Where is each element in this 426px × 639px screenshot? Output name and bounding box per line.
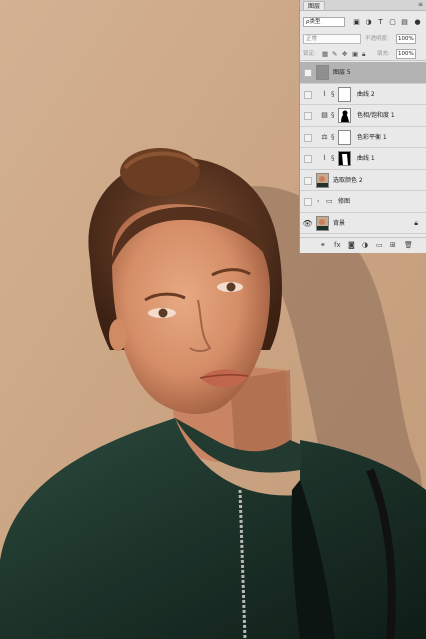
fill-field[interactable]: 100% xyxy=(396,49,416,59)
link-icon: § xyxy=(331,154,335,162)
eye-icon[interactable]: 👁︎ xyxy=(302,218,313,229)
new-group-icon[interactable]: ▭ xyxy=(376,240,383,250)
visibility-toggle[interactable] xyxy=(304,112,312,120)
visibility-toggle[interactable] xyxy=(304,69,312,77)
visibility-toggle[interactable] xyxy=(304,90,312,99)
visibility-toggle[interactable] xyxy=(304,133,312,142)
layer-mask-thumbnail xyxy=(338,108,351,123)
layer-row[interactable]: 👁︎ 背景 🔒︎ xyxy=(300,213,426,234)
opacity-label: 不透明度: xyxy=(365,36,389,42)
blend-row: 正常 不透明度: 100% xyxy=(300,33,426,45)
layer-row[interactable]: ⌇ § 曲线 1 xyxy=(300,148,426,170)
visibility-toggle[interactable] xyxy=(304,198,312,206)
portrait-thumbnail-icon xyxy=(317,218,328,230)
layer-thumbnail xyxy=(316,172,329,188)
layer-name: 选取颜色 2 xyxy=(333,176,363,184)
layer-name: 背景 xyxy=(333,219,346,227)
layer-row[interactable]: 选取颜色 2 xyxy=(300,170,426,191)
mask-shape-icon xyxy=(342,154,348,165)
link-layers-icon[interactable]: ⚭ xyxy=(320,240,326,250)
fx-icon[interactable]: fx xyxy=(334,240,341,250)
layer-name: 曲线 2 xyxy=(357,90,375,98)
layer-row[interactable]: ▤ § 色相/饱和度 1 xyxy=(300,105,426,127)
filter-toggle-icon[interactable]: ● xyxy=(413,17,422,27)
layer-row[interactable]: 图层 5 xyxy=(300,62,426,84)
lock-position-icon[interactable]: ✥ xyxy=(342,49,347,59)
layer-mask-thumbnail xyxy=(338,86,351,102)
visibility-toggle[interactable] xyxy=(304,155,312,163)
panel-bottom-toolbar: ⚭ fx ◙ ◑ ▭ ⊞ 🗑︎ xyxy=(300,237,426,252)
adjustment-filter-icon[interactable]: ◑ xyxy=(364,17,373,27)
lock-icon: 🔒︎ xyxy=(414,218,418,227)
color-balance-icon: ⚖ xyxy=(321,132,328,141)
portrait-thumbnail-icon xyxy=(317,175,328,187)
layer-name: 色相/饱和度 1 xyxy=(357,112,395,119)
layer-mask-thumbnail xyxy=(338,151,351,166)
folder-icon: ▭ xyxy=(326,197,333,205)
layer-thumbnail xyxy=(316,215,329,231)
add-mask-icon[interactable]: ◙ xyxy=(348,240,355,250)
layers-list: 图层 5 ⌇ § 曲线 2 ▤ § 色相/饱和度 1 ⚖ § 色彩平衡 1 ⌇ … xyxy=(300,62,426,234)
new-layer-icon[interactable]: ⊞ xyxy=(390,240,396,250)
layer-name: 曲线 1 xyxy=(357,155,375,162)
layer-name: 图层 5 xyxy=(333,69,351,76)
lock-image-icon[interactable]: ✎ xyxy=(332,49,337,59)
panel-tab-bar: 图层 ≡ xyxy=(300,0,426,11)
tab-layers[interactable]: 图层 xyxy=(303,1,326,10)
link-icon: § xyxy=(331,89,335,98)
lock-all-icon[interactable]: 🔒︎ xyxy=(362,49,365,59)
lock-transparent-icon[interactable]: ▦ xyxy=(322,49,328,59)
layer-name: 修图 xyxy=(338,198,351,205)
fill-label: 填充: xyxy=(377,51,390,57)
layer-row[interactable]: › ▭ 修图 xyxy=(300,191,426,213)
lock-artboard-icon[interactable]: ▣ xyxy=(352,49,358,59)
image-filter-icon[interactable]: ▣ xyxy=(352,17,361,27)
layer-name: 色彩平衡 1 xyxy=(357,133,387,141)
shape-filter-icon[interactable]: ▢ xyxy=(388,17,397,27)
curves-icon: ⌇ xyxy=(322,89,327,98)
layer-mask-thumbnail xyxy=(338,129,351,145)
layers-panel: 图层 ≡ ρ类型 ▣ ◑ T ▢ ▤ ● 正常 不透明度: 100% 锁定: ▦… xyxy=(299,0,426,253)
layer-thumbnail xyxy=(316,65,329,80)
link-icon: § xyxy=(331,132,335,141)
trash-icon[interactable]: 🗑︎ xyxy=(404,240,413,250)
blend-mode-select[interactable]: 正常 xyxy=(303,34,361,44)
lock-label: 锁定: xyxy=(303,51,316,57)
layer-row[interactable]: ⌇ § 曲线 2 xyxy=(300,84,426,105)
visibility-toggle[interactable] xyxy=(304,176,312,185)
mask-silhouette-icon xyxy=(341,110,349,122)
kind-filter-select[interactable]: ρ类型 xyxy=(303,17,345,27)
lock-row: 锁定: ▦ ✎ ✥ ▣ 🔒︎ 填充: 100% xyxy=(300,48,426,61)
hue-saturation-icon: ▤ xyxy=(321,111,328,119)
smart-object-filter-icon[interactable]: ▤ xyxy=(400,17,409,27)
link-icon: § xyxy=(331,111,335,119)
panel-menu-icon[interactable]: ≡ xyxy=(418,1,423,9)
curves-icon: ⌇ xyxy=(322,154,327,162)
layer-row[interactable]: ⚖ § 色彩平衡 1 xyxy=(300,127,426,148)
filter-row: ρ类型 ▣ ◑ T ▢ ▤ ● xyxy=(300,15,426,29)
adjustment-layer-icon[interactable]: ◑ xyxy=(362,240,368,250)
opacity-field[interactable]: 100% xyxy=(396,34,416,44)
text-filter-icon[interactable]: T xyxy=(376,17,385,27)
chevron-right-icon[interactable]: › xyxy=(317,196,319,207)
